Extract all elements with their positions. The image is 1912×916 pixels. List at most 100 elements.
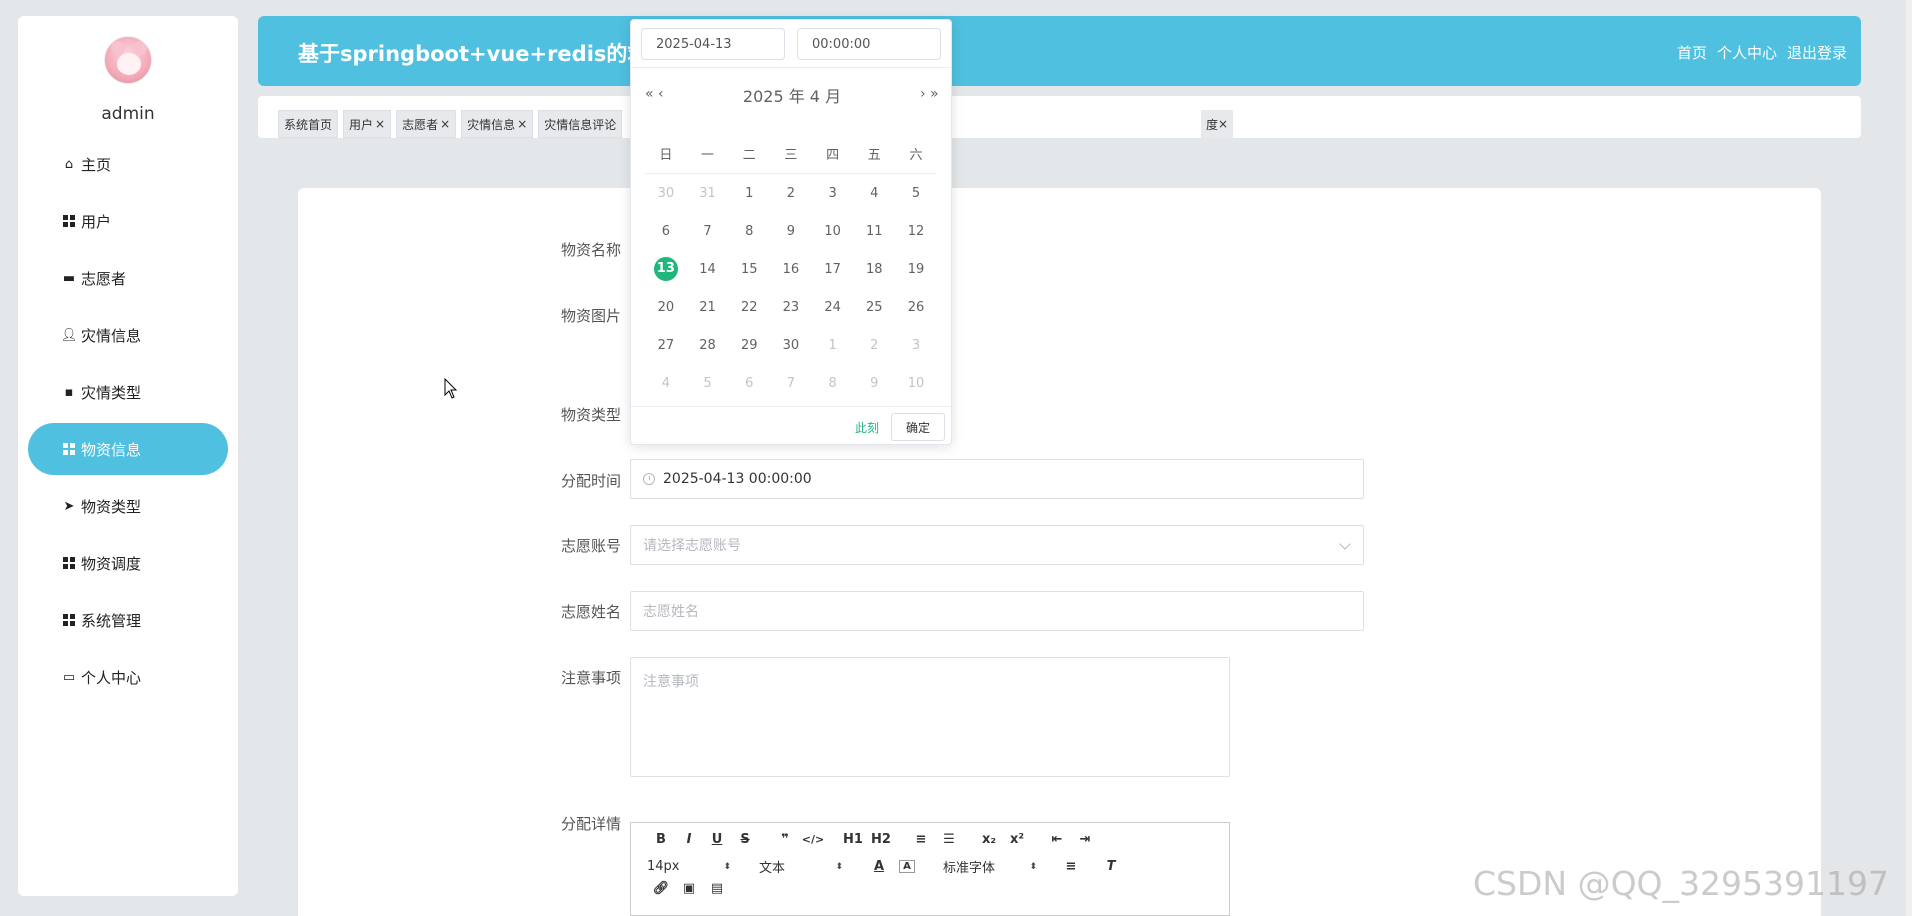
video-icon[interactable]: ▤ (703, 881, 731, 896)
sidebar-item-users[interactable]: 用户 (28, 195, 228, 247)
tag-users[interactable]: 用户 × (343, 110, 392, 138)
code-button[interactable]: </> (799, 833, 827, 846)
sidebar-item-volunteers[interactable]: ▬ 志愿者 (28, 252, 228, 304)
background-color-icon[interactable]: A (899, 860, 915, 873)
confirm-button[interactable]: 确定 (891, 413, 945, 441)
allocation-time-input[interactable]: 2025-04-13 00:00:00 (630, 459, 1364, 499)
tag-home[interactable]: 系统首页 (278, 110, 339, 138)
sidebar-item-supplies-type[interactable]: ➤ 物资类型 (28, 480, 228, 532)
calendar-day[interactable]: 2 (770, 186, 812, 201)
calendar-day[interactable]: 20 (645, 300, 687, 315)
calendar-day[interactable]: 14 (687, 262, 729, 277)
sidebar-item-disaster-info[interactable]: 👤︎ 灾情信息 (28, 309, 228, 361)
calendar-day[interactable]: 19 (895, 262, 937, 277)
calendar-day[interactable]: 9 (770, 224, 812, 239)
calendar-day[interactable]: 4 (645, 376, 687, 391)
picker-date-input[interactable]: 2025-04-13 (641, 28, 785, 60)
logout-link[interactable]: 退出登录 (1787, 42, 1847, 63)
calendar-day[interactable]: 30 (770, 338, 812, 353)
avatar[interactable] (104, 36, 152, 84)
sidebar-item-system[interactable]: 系统管理 (28, 594, 228, 646)
calendar-day[interactable]: 5 (895, 186, 937, 201)
align-icon[interactable]: ≡ (1057, 859, 1085, 874)
rich-text-editor[interactable]: B I U S ❞ </> H1 H2 ≡ ☰ x₂ x² ⇤ ⇥ 14px ⬍ … (630, 822, 1230, 916)
scrollbar[interactable] (1906, 0, 1912, 916)
subscript-button[interactable]: x₂ (975, 832, 1003, 847)
indent-button[interactable]: ⇥ (1071, 832, 1099, 847)
calendar-day[interactable]: 8 (728, 224, 770, 239)
h1-button[interactable]: H1 (839, 832, 867, 847)
calendar-day[interactable]: 11 (853, 224, 895, 239)
close-icon[interactable]: × (517, 117, 527, 131)
ordered-list-button[interactable]: ≡ (907, 832, 935, 847)
strike-button[interactable]: S (731, 832, 759, 847)
calendar-day[interactable]: 31 (687, 186, 729, 201)
calendar-day[interactable]: 26 (895, 300, 937, 315)
next-month-icon[interactable]: › (920, 86, 926, 102)
calendar-day-selected[interactable]: 13 (645, 257, 687, 281)
next-year-icon[interactable]: » (930, 86, 939, 102)
calendar-day[interactable]: 24 (812, 300, 854, 315)
text-type-select[interactable]: 文本 ⬍ (759, 857, 843, 876)
tag-disaster-comments[interactable]: 灾情信息评论 (538, 110, 623, 138)
calendar-day[interactable]: 5 (687, 376, 729, 391)
calendar-day[interactable]: 29 (728, 338, 770, 353)
volunteer-account-select[interactable]: 请选择志愿账号 (630, 525, 1364, 565)
volunteer-name-input[interactable]: 志愿姓名 (630, 591, 1364, 631)
calendar-day[interactable]: 1 (812, 338, 854, 353)
profile-link[interactable]: 个人中心 (1717, 42, 1777, 63)
tag-volunteers[interactable]: 志愿者 × (396, 110, 457, 138)
calendar-day[interactable]: 15 (728, 262, 770, 277)
superscript-button[interactable]: x² (1003, 832, 1031, 847)
bullet-list-button[interactable]: ☰ (935, 832, 963, 847)
tag-dispatch[interactable]: 度 × (1201, 110, 1234, 138)
calendar-day[interactable]: 8 (812, 376, 854, 391)
picker-time-input[interactable]: 00:00:00 (797, 28, 941, 60)
calendar-day[interactable]: 25 (853, 300, 895, 315)
calendar-day[interactable]: 27 (645, 338, 687, 353)
calendar-day[interactable]: 30 (645, 186, 687, 201)
calendar-day[interactable]: 1 (728, 186, 770, 201)
calendar-day[interactable]: 4 (853, 186, 895, 201)
calendar-day[interactable]: 17 (812, 262, 854, 277)
sidebar-item-home[interactable]: ⌂ 主页 (28, 138, 228, 190)
close-icon[interactable]: × (440, 117, 450, 131)
bold-button[interactable]: B (647, 832, 675, 847)
calendar-day[interactable]: 2 (853, 338, 895, 353)
calendar-day[interactable]: 10 (812, 224, 854, 239)
now-button[interactable]: 此刻 (855, 419, 879, 436)
font-color-icon[interactable]: A (865, 859, 893, 874)
font-size-select[interactable]: 14px ⬍ (647, 859, 731, 874)
calendar-day[interactable]: 7 (770, 376, 812, 391)
home-link[interactable]: 首页 (1677, 42, 1707, 63)
sidebar-item-disaster-type[interactable]: ▪ 灾情类型 (28, 366, 228, 418)
underline-button[interactable]: U (703, 832, 731, 847)
sidebar-item-supplies-info[interactable]: 物资信息 (28, 423, 228, 475)
calendar-day[interactable]: 7 (687, 224, 729, 239)
calendar-day[interactable]: 22 (728, 300, 770, 315)
sidebar-item-profile[interactable]: ▭ 个人中心 (28, 651, 228, 703)
close-icon[interactable]: × (1218, 117, 1228, 131)
calendar-day[interactable]: 18 (853, 262, 895, 277)
quote-button[interactable]: ❞ (771, 832, 799, 847)
calendar-day[interactable]: 12 (895, 224, 937, 239)
image-icon[interactable]: ▣ (675, 881, 703, 896)
calendar-day[interactable]: 23 (770, 300, 812, 315)
picker-month-title[interactable]: 2025 年 4 月 (631, 83, 953, 107)
calendar-day[interactable]: 10 (895, 376, 937, 391)
calendar-day[interactable]: 6 (728, 376, 770, 391)
link-icon[interactable]: 🔗︎ (647, 881, 675, 896)
calendar-day[interactable]: 16 (770, 262, 812, 277)
font-family-select[interactable]: 标准字体 ⬍ (943, 857, 1037, 876)
calendar-day[interactable]: 9 (853, 376, 895, 391)
clear-format-icon[interactable]: T (1097, 859, 1125, 874)
calendar-day[interactable]: 6 (645, 224, 687, 239)
close-icon[interactable]: × (375, 117, 385, 131)
h2-button[interactable]: H2 (867, 832, 895, 847)
calendar-day[interactable]: 21 (687, 300, 729, 315)
calendar-day[interactable]: 3 (895, 338, 937, 353)
notes-textarea[interactable]: 注意事项 (630, 657, 1230, 777)
calendar-day[interactable]: 3 (812, 186, 854, 201)
italic-button[interactable]: I (675, 832, 703, 847)
tag-disaster-info[interactable]: 灾情信息 × (461, 110, 534, 138)
